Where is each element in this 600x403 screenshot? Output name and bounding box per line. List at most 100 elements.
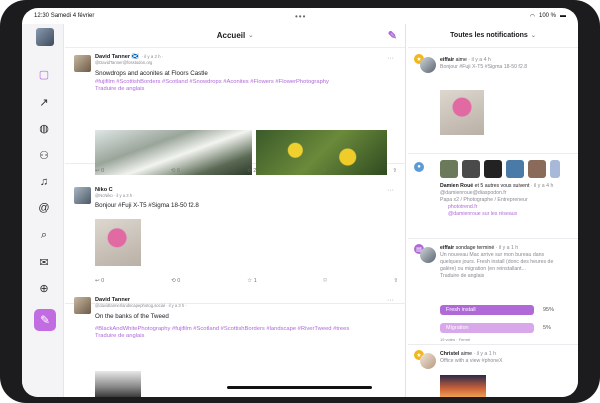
- status-time: 12:30: [34, 13, 50, 19]
- post-tags[interactable]: #BlackAndWhitePhotography #fujifilm #Sco…: [95, 325, 396, 333]
- post-handle: @davidtannerlandscapephotog.social: [95, 303, 165, 308]
- more-icon[interactable]: ···: [387, 187, 394, 194]
- screen: 12:30 Samedi 4 février ◠ 100 % ▬ ••• ▢ ↗…: [22, 8, 578, 397]
- notification-text: Un nouveau Mac arrive sur mon bureau dan…: [440, 252, 554, 272]
- compose-button[interactable]: ✎: [34, 309, 56, 331]
- more-icon[interactable]: ···: [387, 297, 394, 304]
- poll-percent: 95%: [543, 307, 555, 313]
- notifications-title[interactable]: Toutes les notifications: [450, 32, 528, 39]
- post-text: Snowdrops and aconites at Floors Castle: [95, 70, 208, 77]
- compose-icon[interactable]: ✎: [388, 29, 397, 42]
- follower-link[interactable]: phototrend.fr: [440, 204, 578, 211]
- post-image[interactable]: [95, 371, 141, 397]
- share-icon[interactable]: ⇧: [392, 168, 397, 174]
- notifications-column: Toutes les notifications ⌄ ★ eiffair aim…: [408, 24, 578, 397]
- post-handle: @DavidTanner@fosstodon.org: [95, 60, 153, 65]
- notification-text: Bonjour #Fuji X-T5 #Sigma 18-50 f2.8: [440, 64, 528, 70]
- avatar[interactable]: [74, 187, 91, 204]
- share-icon[interactable]: ⇧: [393, 278, 398, 284]
- home-indicator[interactable]: [227, 386, 372, 389]
- bookmark-icon[interactable]: ⌑: [323, 168, 326, 174]
- post-image[interactable]: [440, 375, 486, 397]
- notification-item[interactable]: ● Damien Roué et 5 autres vous suivent ·…: [408, 154, 578, 239]
- notification-header: Christel aime · il y a 1 h: [440, 345, 578, 358]
- status-date: Samedi 4 février: [50, 13, 95, 19]
- globe-icon[interactable]: ◍: [36, 120, 52, 136]
- poll-option: Migration: [440, 323, 534, 333]
- reply-button[interactable]: ↩ 0: [95, 278, 104, 284]
- post[interactable]: David Tanner 🏴󠁧󠁢󠁳󠁣󠁴󠁿 · il y a 2 h · @Dav…: [65, 49, 406, 175]
- post-time: · il y a 2 h ·: [141, 54, 164, 59]
- translate-link[interactable]: Traduire de anglais: [95, 86, 396, 92]
- boost-button[interactable]: ⟲ 0: [171, 278, 180, 284]
- inbox-icon[interactable]: ✉: [36, 254, 52, 270]
- boost-button[interactable]: ⟲ 6: [171, 168, 180, 174]
- notification-actor[interactable]: Damien Roué: [440, 183, 473, 189]
- notification-item[interactable]: ★ eiffair aime · il y a 4 h Bonjour #Fuj…: [408, 49, 578, 154]
- avatar[interactable]: [440, 160, 458, 178]
- post-header: David Tanner 🏴󠁧󠁢󠁳󠁣󠁴󠁿 · il y a 2 h ·: [95, 49, 396, 60]
- post[interactable]: Niko C @NcNiko · il y a 3 h · ··· Bonjou…: [65, 179, 406, 304]
- avatar[interactable]: [420, 353, 436, 369]
- wifi-icon: ◠: [529, 13, 535, 20]
- more-icon[interactable]: ···: [387, 55, 394, 62]
- notification-action: sondage terminé: [455, 245, 495, 251]
- post-handle-row: @davidtannerlandscapephotog.social · il …: [95, 303, 396, 308]
- avatar[interactable]: [462, 160, 480, 178]
- avatar[interactable]: [550, 160, 560, 178]
- avatar[interactable]: [74, 55, 91, 72]
- notification-item[interactable]: ★ Christel aime · il y a 1 h Office with…: [408, 345, 578, 397]
- post-image[interactable]: [440, 90, 484, 135]
- chevron-down-icon[interactable]: ⌄: [248, 32, 253, 39]
- search-icon[interactable]: ⌕: [36, 227, 52, 243]
- poll-option-label: Fresh install: [446, 307, 476, 313]
- notification-action: aime: [460, 351, 473, 357]
- notification-actor[interactable]: Christel: [440, 351, 459, 357]
- post[interactable]: David Tanner @davidtannerlandscapephotog…: [65, 290, 406, 397]
- avatar[interactable]: [420, 247, 436, 263]
- sidebar: ▢ ↗ ◍ ⚇ ♫ @ ⌕ ✉ ⊕ ✎: [22, 24, 64, 397]
- avatar[interactable]: [528, 160, 546, 178]
- post-time: · il y a 3 h ·: [166, 303, 187, 308]
- follower-link[interactable]: @damienroue sur les réseaux: [440, 211, 578, 218]
- reply-button[interactable]: ↩ 0: [95, 168, 104, 174]
- multitask-dots-icon[interactable]: •••: [295, 12, 306, 21]
- chevron-down-icon[interactable]: ⌄: [531, 32, 536, 39]
- avatar[interactable]: [484, 160, 502, 178]
- page-title[interactable]: Accueil: [217, 31, 245, 40]
- bell-icon[interactable]: ♫: [36, 174, 52, 190]
- post-handle: @NcNiko: [95, 193, 113, 198]
- follower-avatars: [440, 160, 560, 178]
- translate-link[interactable]: Traduire de anglais: [440, 273, 578, 280]
- timeline-column: Accueil ⌄ ✎ David Tanner 🏴󠁧󠁢󠁳󠁣󠁴󠁿 · il y …: [65, 24, 406, 397]
- trending-icon[interactable]: ↗: [36, 94, 52, 110]
- ipad-frame: 12:30 Samedi 4 février ◠ 100 % ▬ ••• ▢ ↗…: [0, 0, 600, 403]
- notification-item[interactable]: ▤ eiffair sondage terminé · il y a 1 h U…: [408, 239, 578, 345]
- notification-time: · il y a 1 h: [473, 351, 496, 357]
- post-image[interactable]: [95, 219, 141, 266]
- translate-link[interactable]: Traduire de anglais: [95, 333, 396, 339]
- notification-actor[interactable]: eiffair: [440, 245, 454, 251]
- timeline-header: Accueil ⌄ ✎: [65, 24, 405, 48]
- post-actions: ↩ 0 ⟲ 0 ☆ 1 ⌑ ⇧: [95, 278, 398, 284]
- post-tags[interactable]: #fujifilm #ScottishBorders #Scotland #Sn…: [95, 78, 396, 86]
- avatar[interactable]: [74, 297, 91, 314]
- notifications-header: Toutes les notifications ⌄: [408, 24, 578, 48]
- avatar[interactable]: [506, 160, 524, 178]
- bookmark-icon[interactable]: ⌑: [324, 278, 327, 284]
- home-icon[interactable]: ▢: [36, 66, 52, 82]
- notification-action: et 5 autres vous suivent: [474, 183, 530, 189]
- notification-header: eiffair aime · il y a 4 h: [440, 49, 578, 64]
- notification-time: · il y a 4 h: [530, 183, 554, 189]
- mention-icon[interactable]: @: [36, 200, 52, 216]
- notification-actor[interactable]: eiffair: [440, 57, 454, 63]
- favorite-button[interactable]: ☆ 2: [247, 168, 257, 174]
- explore-icon[interactable]: ⊕: [36, 280, 52, 296]
- people-icon[interactable]: ⚇: [36, 147, 52, 163]
- notification-time: · il y a 1 h: [495, 245, 519, 251]
- avatar[interactable]: [420, 57, 436, 73]
- post-header: David Tanner: [95, 290, 396, 303]
- favorite-button[interactable]: ☆ 1: [247, 278, 257, 284]
- avatar[interactable]: [36, 28, 54, 46]
- post-text: On the banks of the Tweed: [95, 313, 169, 320]
